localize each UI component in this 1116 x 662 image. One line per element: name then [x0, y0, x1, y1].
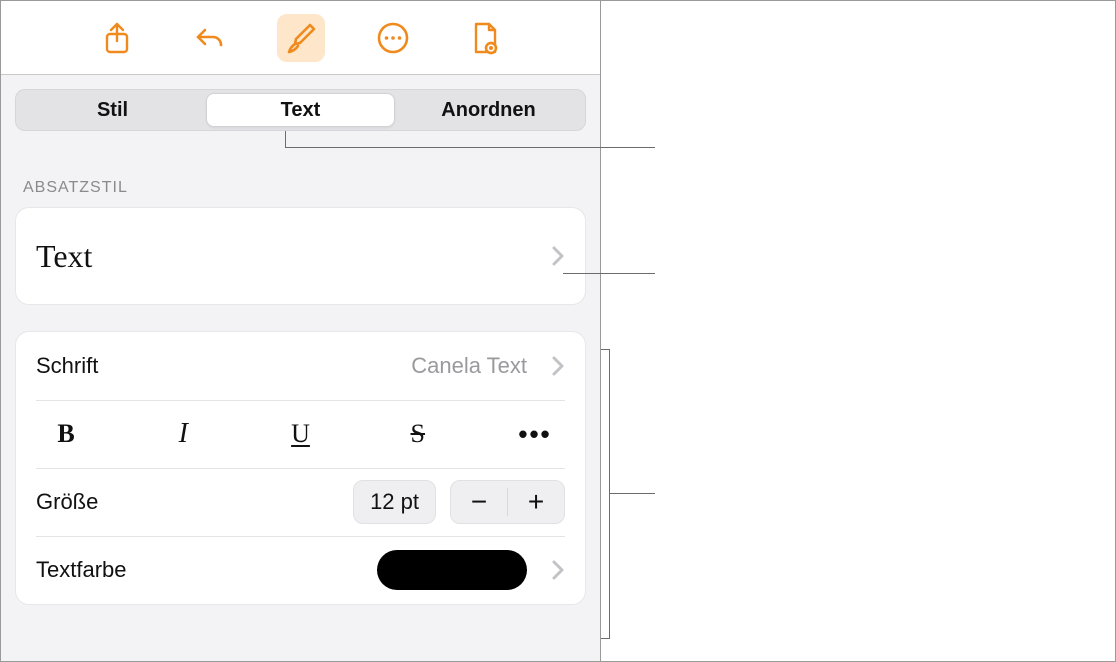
strikethrough-button[interactable]: S: [388, 412, 448, 456]
text-color-label: Textfarbe: [36, 557, 127, 583]
tab-arrange[interactable]: Anordnen: [395, 93, 582, 127]
chevron-right-icon: [551, 245, 565, 267]
italic-button[interactable]: I: [153, 412, 213, 456]
size-value[interactable]: 12 pt: [353, 480, 436, 524]
text-attributes-card: Schrift Canela Text B I U S •••: [15, 331, 586, 605]
callout-line: [285, 147, 655, 148]
more-text-options-button[interactable]: •••: [505, 412, 565, 456]
font-style-row: B I U S •••: [16, 400, 585, 468]
share-button[interactable]: [93, 14, 141, 62]
size-decrease-button[interactable]: −: [451, 481, 507, 523]
text-color-swatch: [377, 550, 527, 590]
document-view-icon: [470, 21, 500, 55]
top-toolbar: [1, 1, 600, 75]
size-label: Größe: [36, 489, 98, 515]
size-stepper: − +: [450, 480, 565, 524]
paragraph-style-card: Text: [15, 207, 586, 305]
paragraph-style-row[interactable]: Text: [16, 208, 585, 304]
chevron-right-icon: [551, 559, 565, 581]
font-row[interactable]: Schrift Canela Text: [16, 332, 585, 400]
inspector-tabs: Stil Text Anordnen: [15, 89, 586, 131]
more-icon: [376, 21, 410, 55]
callout-line: [609, 349, 610, 639]
more-button[interactable]: [369, 14, 417, 62]
paintbrush-icon: [284, 21, 318, 55]
size-row: Größe 12 pt − +: [16, 468, 585, 536]
document-options-button[interactable]: [461, 14, 509, 62]
underline-button[interactable]: U: [271, 412, 331, 456]
undo-button[interactable]: [185, 14, 233, 62]
paragraph-style-section-label: ABSATZSTIL: [1, 131, 600, 207]
format-button[interactable]: [277, 14, 325, 62]
size-increase-button[interactable]: +: [508, 481, 564, 523]
callout-line: [601, 349, 609, 350]
font-label: Schrift: [36, 353, 98, 379]
undo-icon: [191, 23, 227, 53]
chevron-right-icon: [551, 355, 565, 377]
callout-line: [563, 273, 655, 274]
callout-line: [601, 638, 609, 639]
paragraph-style-name: Text: [36, 238, 92, 275]
text-color-row[interactable]: Textfarbe: [16, 536, 585, 604]
bold-button[interactable]: B: [36, 412, 96, 456]
share-icon: [102, 21, 132, 55]
tab-style[interactable]: Stil: [19, 93, 206, 127]
inspector-content: Stil Text Anordnen ABSATZSTIL Text Sc: [1, 75, 600, 661]
callout-line: [285, 131, 286, 147]
tab-text[interactable]: Text: [206, 93, 395, 127]
font-value: Canela Text: [411, 353, 527, 379]
format-inspector-panel: Stil Text Anordnen ABSATZSTIL Text Sc: [1, 1, 601, 661]
callout-line: [609, 493, 655, 494]
